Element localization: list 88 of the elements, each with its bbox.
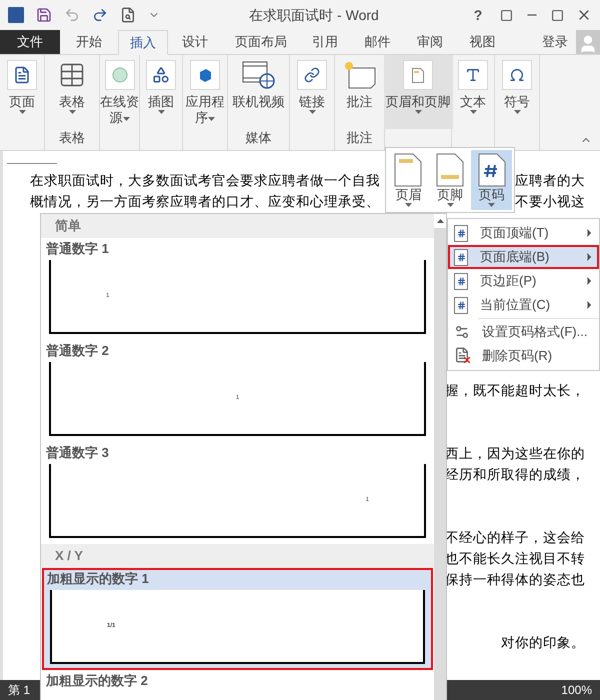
document-text: 应聘者的大	[515, 173, 585, 188]
page-icon	[7, 60, 37, 90]
caret-icon	[18, 110, 26, 114]
caret-icon	[208, 116, 215, 121]
caret-icon	[446, 203, 454, 207]
header-footer-item[interactable]: 页眉	[388, 150, 429, 210]
up-arrow-icon	[436, 219, 444, 223]
gallery-section-header: 简单	[55, 217, 81, 236]
ribbon-tab[interactable]: 设计	[168, 30, 222, 54]
ribbon-button[interactable]: 在线资源	[98, 55, 142, 129]
group-label: 表格	[59, 130, 85, 145]
caret-icon	[488, 203, 496, 207]
help-button[interactable]: ?	[468, 4, 488, 26]
ribbon-button[interactable]: 页眉和页脚	[384, 55, 452, 129]
gallery-item-label: 加粗显示的数字 1	[47, 570, 149, 588]
document-text: 在求职面试时，大多数面试考官会要求应聘者做一个自我	[30, 173, 380, 188]
menu-item[interactable]: 删除页码(R)	[448, 344, 599, 368]
shapes-icon	[146, 60, 176, 90]
group-label: 批注	[346, 130, 372, 145]
gallery-item[interactable]: 加粗显示的数字 2	[41, 670, 434, 698]
ribbon-tab[interactable]: 页面布局	[222, 30, 300, 54]
gallery-item-label: 普通数字 3	[46, 444, 109, 462]
caret-icon	[470, 110, 476, 114]
ribbon-button[interactable]: 插图	[144, 55, 178, 129]
cube-icon	[190, 60, 220, 90]
gallery-item-label: 普通数字 2	[46, 342, 109, 360]
comment-icon	[342, 60, 376, 90]
page-number-icon	[454, 248, 468, 266]
ribbon-tab[interactable]: 开始	[60, 30, 118, 54]
page-icon	[403, 60, 433, 90]
ribbon-tab[interactable]: 邮件	[350, 30, 405, 54]
print-preview-icon[interactable]	[120, 7, 136, 23]
ribbon-tab[interactable]: 审阅	[405, 30, 455, 54]
format-icon	[454, 324, 470, 340]
ribbon-button[interactable]: 文本	[456, 55, 490, 129]
window-title: 在求职面试时 - Word	[248, 6, 380, 24]
redo-icon[interactable]	[92, 7, 108, 23]
document-text: 概情况，另一方面考察应聘者的口才、应变和心理承受、	[30, 194, 380, 210]
maximize-icon[interactable]	[551, 8, 564, 22]
document-text: 保持一种得体的姿态也	[445, 572, 585, 588]
link-icon	[297, 60, 327, 90]
ribbon-button[interactable]: 应用程序	[183, 55, 227, 129]
gallery-item-label: 普通数字 1	[46, 240, 109, 258]
caret-icon	[404, 203, 412, 207]
caret-icon	[514, 110, 520, 114]
omega-icon	[502, 60, 532, 90]
gallery-item-label: 加粗显示的数字 2	[46, 672, 148, 690]
page-number-icon	[454, 272, 468, 290]
ribbon-button[interactable]: 符号	[500, 55, 534, 129]
menu-item[interactable]: 当前位置(C)	[448, 293, 599, 317]
header-footer-item[interactable]: 页码	[471, 150, 512, 210]
page-footer-icon	[436, 153, 464, 187]
group-label: 媒体	[246, 130, 272, 145]
ribbon-button[interactable]: 页面	[5, 55, 39, 129]
film-globe-icon	[242, 60, 276, 90]
scroll-up-button[interactable]	[434, 214, 446, 228]
ribbon-tab[interactable]: 引用	[300, 30, 350, 54]
text-icon	[458, 60, 488, 90]
page-number-icon	[454, 224, 468, 242]
save-icon[interactable]	[36, 7, 52, 23]
ribbon-button[interactable]: 联机视频	[230, 55, 286, 129]
header-footer-item[interactable]: 页脚	[430, 150, 470, 210]
menu-item[interactable]: 页面底端(B)	[448, 245, 599, 269]
ribbon-button[interactable]: 批注	[340, 55, 378, 129]
delete-page-number-icon	[454, 347, 470, 365]
document-text: 对你的印象。	[501, 635, 585, 650]
caret-icon	[158, 110, 164, 114]
gallery-section-header: X / Y	[55, 547, 83, 566]
ribbon-tab[interactable]: 插入	[118, 30, 168, 55]
page-indicator: 第 1	[8, 682, 30, 699]
page-number-icon	[454, 296, 468, 314]
menu-item[interactable]: 设置页码格式(F)...	[448, 320, 599, 344]
menu-item[interactable]: 页边距(P)	[448, 269, 599, 293]
file-tab[interactable]: 文件	[0, 30, 60, 54]
page-number-icon	[478, 153, 506, 187]
zoom-level: 100%	[561, 682, 592, 699]
ribbon-tab[interactable]: 视图	[455, 30, 510, 54]
caret-icon	[68, 110, 76, 114]
caret-icon	[122, 116, 130, 121]
page-header-icon	[394, 153, 422, 187]
document-text: 不要小视这	[515, 194, 585, 210]
menu-item[interactable]: 页面顶端(T)	[448, 221, 599, 245]
ribbon-button[interactable]: 链接	[295, 55, 329, 129]
caret-icon	[414, 110, 422, 114]
caret-icon	[308, 110, 316, 114]
sign-in-link[interactable]: 登录	[534, 30, 576, 54]
ribbon-button[interactable]: 表格	[55, 55, 89, 129]
document-text: 也不能长久注视目不转	[445, 551, 585, 566]
